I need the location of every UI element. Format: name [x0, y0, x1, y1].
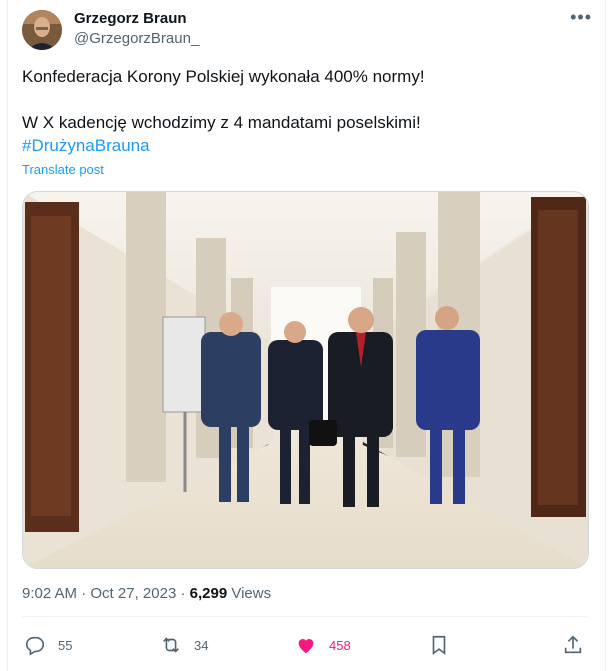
reply-icon — [25, 636, 45, 656]
meta-separator: · — [180, 585, 186, 602]
reply-button[interactable]: 55 — [24, 630, 72, 660]
like-button[interactable]: 458 — [295, 630, 351, 660]
bookmark-icon — [432, 635, 446, 655]
bookmark-button[interactable] — [428, 630, 462, 660]
avatar-image — [22, 10, 62, 50]
avatar[interactable] — [22, 10, 62, 50]
corridor-photo-image — [23, 192, 588, 568]
share-icon — [564, 635, 582, 654]
tweet-text-line-1: Konfederacja Korony Polskiej wykonała 40… — [22, 67, 425, 86]
share-button[interactable] — [562, 630, 596, 660]
repost-icon — [163, 637, 179, 653]
meta-separator: · — [81, 585, 87, 602]
heart-icon — [298, 639, 314, 654]
divider — [22, 616, 587, 617]
author-handle[interactable]: @GrzegorzBraun_ — [74, 30, 199, 47]
tweet-date[interactable]: Oct 27, 2023 — [90, 585, 176, 602]
author-name[interactable]: Grzegorz Braun — [74, 10, 187, 27]
hashtag-link[interactable]: #DrużynaBrauna — [22, 136, 150, 156]
translate-post-link[interactable]: Translate post — [22, 162, 104, 177]
tweet-time[interactable]: 9:02 AM — [22, 585, 77, 602]
tweet-meta: 9:02 AM · Oct 27, 2023 · 6,299 Views — [22, 585, 271, 602]
more-options-icon[interactable]: ••• — [570, 8, 592, 26]
reply-count: 55 — [58, 637, 73, 653]
tweet-photo[interactable] — [22, 191, 589, 569]
like-count: 458 — [329, 637, 351, 653]
repost-button[interactable]: 34 — [160, 630, 208, 660]
action-bar: 55 34 458 — [22, 630, 587, 660]
repost-count: 34 — [194, 637, 209, 653]
views-count: 6,299 — [189, 585, 228, 602]
tweet-text-line-2: W X kadencję wchodzimy z 4 mandatami pos… — [22, 113, 421, 132]
views-label: Views — [231, 585, 272, 602]
